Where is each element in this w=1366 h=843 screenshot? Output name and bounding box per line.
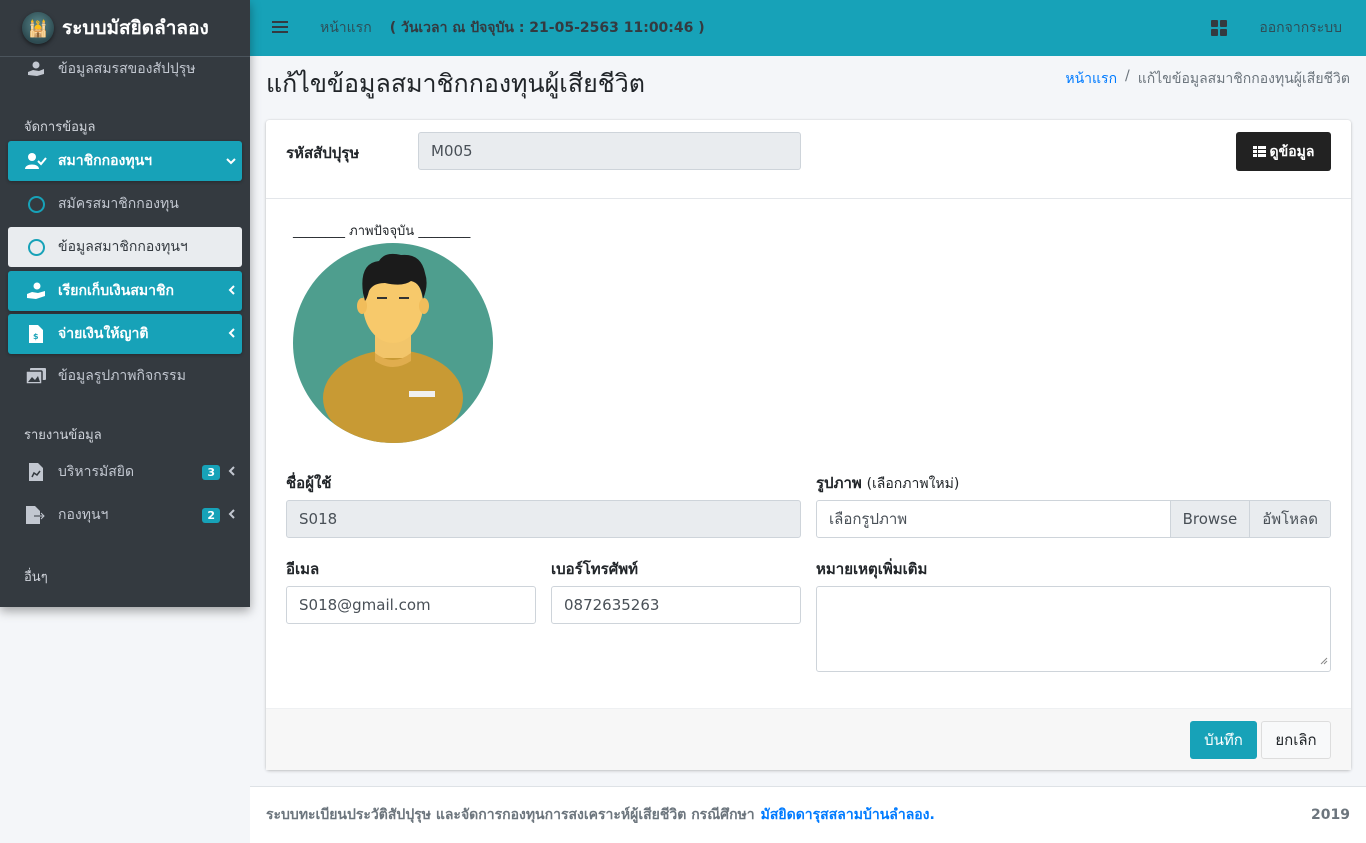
edit-member-card: รหัสสัปปุรุษ M005 ดูข้อมูล ________ ภาพป… — [266, 120, 1351, 770]
brand-text: ระบบมัสยิดลำลอง — [62, 17, 209, 39]
sidebar-item-fund[interactable]: กองทุนฯ 2 — [8, 495, 242, 535]
circle-icon — [24, 238, 48, 256]
breadcrumb-separator: / — [1125, 68, 1130, 84]
sidebar-item-label: สมาชิกกองทุนฯ — [58, 153, 152, 169]
username-value: S018 — [299, 510, 338, 528]
page-title: แก้ไขข้อมูลสมาชิกกองทุนผู้เสียชีวิต — [266, 69, 645, 98]
member-code-value: M005 — [431, 142, 473, 160]
sidebar-item-label: บริหารมัสยิด — [58, 464, 135, 480]
sidebar-item-label: ข้อมูลสมรสของสัปปุรุษ — [58, 61, 196, 77]
count-badge: 3 — [202, 464, 220, 480]
hand-coin-icon — [24, 282, 48, 300]
sidebar-item-collect[interactable]: เรียกเก็บเงินสมาชิก — [8, 271, 242, 311]
file-input-placeholder[interactable]: เลือกรูปภาพ — [817, 501, 1170, 537]
breadcrumb-home[interactable]: หน้าแรก — [1065, 68, 1117, 90]
chevron-left-icon — [228, 465, 236, 479]
sidebar-item-members[interactable]: สมาชิกกองทุนฯ — [8, 141, 242, 181]
member-code-field[interactable]: M005 — [418, 132, 801, 170]
file-chart-icon — [24, 463, 48, 481]
apps-grid-icon[interactable] — [1211, 20, 1228, 36]
brand[interactable]: 🕌 ระบบมัสยิดลำลอง — [0, 0, 250, 57]
phone-value: 0872635263 — [564, 596, 660, 614]
image-label-group: รูปภาพ (เลือกภาพใหม่) — [816, 471, 959, 495]
chevron-left-icon — [228, 508, 236, 522]
file-export-icon — [24, 506, 48, 524]
browse-button[interactable]: Browse — [1169, 501, 1250, 537]
user-check-icon — [24, 153, 48, 169]
image-file-input[interactable]: เลือกรูปภาพ Browse อัพโหลด — [816, 500, 1331, 538]
chevron-left-icon — [228, 284, 236, 298]
note-label: หมายเหตุเพิ่มเติม — [816, 560, 928, 578]
sidebar-item-photos[interactable]: ข้อมูลรูปภาพกิจกรรม — [8, 356, 242, 396]
card-footer: บันทึก ยกเลิก — [266, 708, 1351, 770]
user-hand-icon — [24, 61, 48, 77]
circle-icon — [24, 195, 48, 213]
username-label: ชื่อผู้ใช้ — [286, 474, 332, 492]
mosque-logo-icon: 🕌 — [22, 12, 54, 44]
nav-header-other: อื่นๆ — [24, 569, 48, 585]
sidebar: 🕌 ระบบมัสยิดลำลอง ข้อมูลสมรสของสัปปุรุษ … — [0, 0, 250, 607]
sidebar-item-member-data[interactable]: ข้อมูลสมาชิกกองทุนฯ — [8, 227, 242, 267]
sidebar-item-label: กองทุนฯ — [58, 507, 109, 523]
view-data-button[interactable]: ดูข้อมูล — [1236, 132, 1331, 171]
hamburger-menu-icon[interactable] — [272, 17, 292, 39]
member-avatar — [293, 243, 493, 443]
cancel-button[interactable]: ยกเลิก — [1261, 721, 1331, 759]
code-label: รหัสสัปปุรุษ — [286, 144, 360, 162]
table-icon — [1252, 146, 1266, 157]
images-icon — [24, 368, 48, 384]
nav-home-link[interactable]: หน้าแรก — [320, 17, 372, 39]
current-datetime: ( วันเวลา ณ ปัจจุบัน : 21-05-2563 11:00:… — [389, 20, 705, 36]
invoice-icon: $ — [24, 325, 48, 343]
note-textarea[interactable] — [816, 586, 1331, 672]
nav-header-manage: จัดการข้อมูล — [24, 119, 96, 135]
page-footer: ระบบทะเบียนประวัติสัปปุรุษ และจัดการกองท… — [250, 786, 1366, 843]
sidebar-item-mosque-admin[interactable]: บริหารมัสยิด 3 — [8, 452, 242, 492]
count-badge: 2 — [202, 507, 220, 523]
svg-text:$: $ — [33, 332, 39, 341]
image-label: รูปภาพ — [816, 474, 862, 492]
save-button[interactable]: บันทึก — [1190, 721, 1257, 759]
top-navbar: หน้าแรก ( วันเวลา ณ ปัจจุบัน : 21-05-256… — [250, 0, 1366, 56]
breadcrumb: หน้าแรก / แก้ไขข้อมูลสมาชิกกองทุนผู้เสีย… — [1065, 68, 1350, 90]
sidebar-item-label: สมัครสมาชิกกองทุน — [58, 196, 179, 212]
sidebar-item-label: ข้อมูลรูปภาพกิจกรรม — [58, 368, 186, 384]
chevron-left-icon — [228, 327, 236, 341]
email-label: อีเมล — [286, 560, 320, 578]
footer-link[interactable]: มัสยิดดารุสสลามบ้านลำลอง. — [761, 804, 935, 826]
breadcrumb-current: แก้ไขข้อมูลสมาชิกกองทุนผู้เสียชีวิต — [1137, 71, 1350, 87]
current-photo-caption: ________ ภาพปัจจุบัน ________ — [293, 224, 471, 239]
resize-handle-icon[interactable] — [1320, 651, 1328, 669]
sidebar-item-label: จ่ายเงินให้ญาติ — [58, 326, 149, 342]
phone-label: เบอร์โทรศัพท์ — [551, 560, 639, 578]
sidebar-item-register[interactable]: สมัครสมาชิกกองทุน — [8, 184, 242, 224]
view-data-label: ดูข้อมูล — [1269, 143, 1315, 160]
email-value: S018@gmail.com — [299, 596, 431, 614]
image-hint: (เลือกภาพใหม่) — [866, 476, 960, 492]
sidebar-item-pay[interactable]: $ จ่ายเงินให้ญาติ — [8, 314, 242, 354]
email-field[interactable]: S018@gmail.com — [286, 586, 536, 624]
logout-link[interactable]: ออกจากระบบ — [1259, 17, 1342, 39]
card-header: รหัสสัปปุรุษ M005 ดูข้อมูล — [266, 120, 1351, 199]
nav-header-report: รายงานข้อมูล — [24, 427, 102, 443]
sidebar-item-label: ข้อมูลสมาชิกกองทุนฯ — [58, 239, 188, 255]
footer-text: ระบบทะเบียนประวัติสัปปุรุษ และจัดการกองท… — [266, 807, 755, 823]
sidebar-item-label: เรียกเก็บเงินสมาชิก — [58, 283, 174, 299]
sidebar-item-marriage[interactable]: ข้อมูลสมรสของสัปปุรุษ — [8, 53, 242, 85]
username-field[interactable]: S018 — [286, 500, 801, 538]
phone-field[interactable]: 0872635263 — [551, 586, 801, 624]
footer-year: 2019 — [1311, 807, 1350, 823]
upload-button[interactable]: อัพโหลด — [1249, 501, 1330, 537]
chevron-down-icon — [226, 154, 236, 168]
